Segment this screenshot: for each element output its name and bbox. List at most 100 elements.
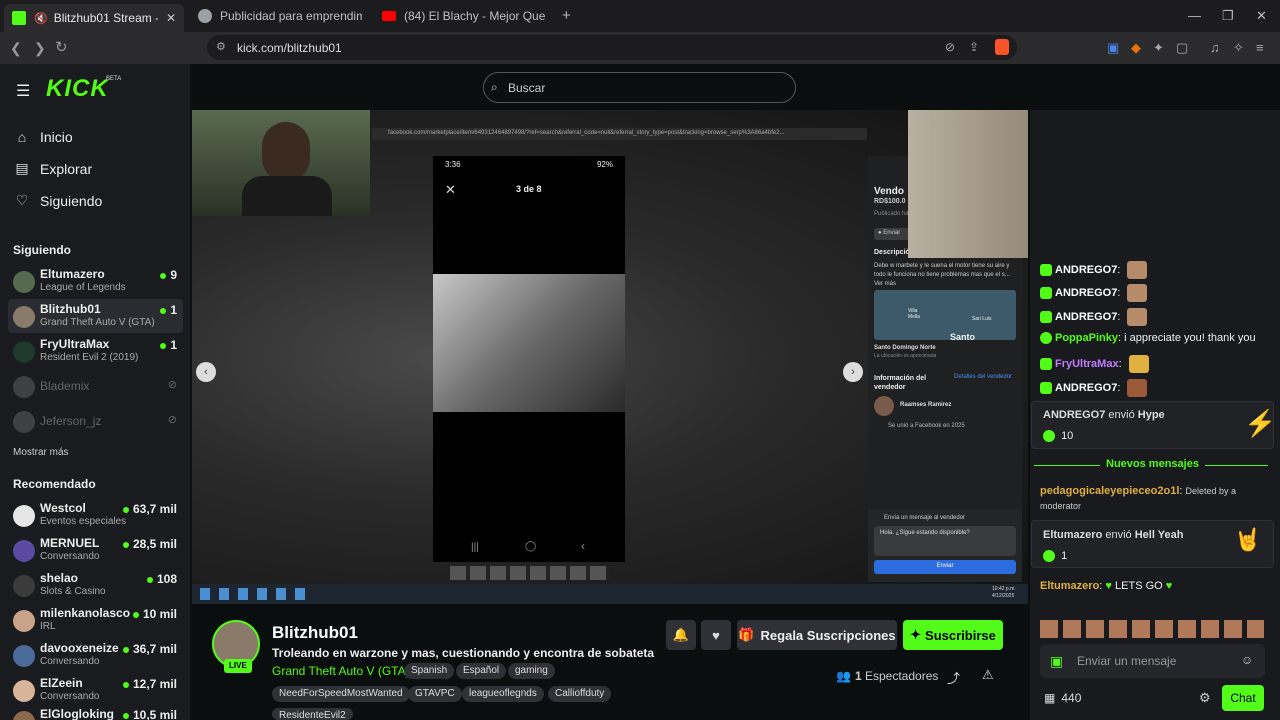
send-chip: ● Enviar <box>874 228 910 240</box>
channel-name: Westcol <box>40 501 86 515</box>
puzzle-icon[interactable]: ✦ <box>1153 40 1164 56</box>
share-icon[interactable]: ⇪ <box>969 40 979 54</box>
channel-name[interactable]: Blitzhub01 <box>272 623 358 643</box>
kicks-balance[interactable]: ▦ 440 <box>1044 691 1081 705</box>
following-channel[interactable]: Eltumazero League of Legends 9 <box>8 264 183 298</box>
live-dot-icon <box>160 307 167 314</box>
notification-bell-icon[interactable]: 🔔 <box>666 620 696 650</box>
live-dot-icon <box>160 272 167 279</box>
channel-category: Conversando <box>40 691 100 702</box>
chat-user[interactable]: ANDREGO7 <box>1055 287 1117 299</box>
cast-off-icon[interactable]: ⊘ <box>945 40 955 54</box>
viewer-count: 10 mil <box>132 607 177 621</box>
chat-user[interactable]: Eltumazero <box>1043 529 1102 541</box>
stream-category[interactable]: Grand Theft Auto V (GTA) <box>272 664 410 678</box>
viewer-number: 10,5 mil <box>132 708 177 720</box>
chat-user[interactable]: pedagogicaleyepieceo2o1l <box>1040 485 1179 497</box>
video-player[interactable]: facebook.com/marketplace/item/6493124648… <box>192 110 1028 604</box>
chat-input-placeholder: Enviar un mensaje <box>1077 654 1177 668</box>
streamer-body <box>242 176 332 216</box>
site-settings-icon[interactable]: ⚙ <box>216 40 226 53</box>
nav-siguiendo[interactable]: ♡ Siguiendo <box>14 192 103 209</box>
tag-pill[interactable]: Callioffduty <box>548 686 612 702</box>
nav-explorar[interactable]: ▤ Explorar <box>14 160 92 177</box>
tag-pill[interactable]: ResidenteEvil2 <box>272 708 353 720</box>
chat-user[interactable]: FryUltraMax <box>1055 358 1119 370</box>
following-channel[interactable]: Jeferson_jz ⊘ <box>8 404 183 438</box>
send-chat-button[interactable]: Chat <box>1222 685 1264 711</box>
report-icon[interactable]: ⚠ <box>982 667 994 683</box>
tag-pill[interactable]: GTAVPC <box>408 686 462 702</box>
gift-icon[interactable]: ▣ <box>1050 653 1063 670</box>
chat-user[interactable]: Eltumazero <box>1040 580 1099 592</box>
gift-subs-button[interactable]: 🎁 Regala Suscripciones <box>737 620 897 650</box>
message-text: Hola. ¿Sigue estando disponible? <box>874 526 1016 556</box>
following-channel[interactable]: FryUltraMax Resident Evil 2 (2019) 1 <box>8 334 183 368</box>
viewer-number: 63,7 mil <box>132 502 177 516</box>
tag-pill[interactable]: Spanish <box>404 663 455 679</box>
viewer-count: 12,7 mil <box>122 677 177 691</box>
emoji-icon[interactable]: ☺ <box>1241 653 1253 667</box>
chat-user[interactable]: ANDREGO7 <box>1055 264 1117 276</box>
tab-kick[interactable]: 🔇 Blitzhub01 Stream - Watch Li ✕ <box>4 4 184 32</box>
reload-icon[interactable]: ↻ <box>55 38 68 56</box>
viewer-stat: 👥 1 Espectadores <box>836 669 938 683</box>
minimize-icon[interactable]: — <box>1188 8 1201 23</box>
tab-youtube[interactable]: (84) El Blachy - Mejor Que Yo ( EN VI <box>374 4 554 28</box>
tag-pill[interactable]: leagueoflegnds <box>462 686 544 702</box>
tab-title: (84) El Blachy - Mejor Que Yo ( EN VI <box>404 9 546 23</box>
streamer-face <box>262 122 310 182</box>
chat-user[interactable]: PoppaPinky <box>1055 332 1118 344</box>
tab-publicidad[interactable]: Publicidad para emprendimiento be <box>190 4 370 28</box>
kick-favicon-icon <box>12 11 26 25</box>
follow-heart-icon[interactable]: ♥ <box>701 620 731 650</box>
kicks-coin-icon <box>1043 430 1055 443</box>
chat-message: FryUltraMax: <box>1040 355 1149 373</box>
hamburger-icon[interactable]: ☰ <box>16 81 30 101</box>
tag-pill[interactable]: Español <box>456 663 507 679</box>
share-icon[interactable]: ⤴ <box>947 668 960 687</box>
forward-icon[interactable]: ❯ <box>34 40 46 57</box>
tag-pill[interactable]: NeedForSpeedMostWanted <box>272 686 410 702</box>
show-more-link[interactable]: Mostrar más <box>13 447 69 458</box>
music-icon[interactable]: ♫ <box>1210 40 1220 55</box>
translate-icon[interactable]: ▣ <box>1107 40 1119 56</box>
recommended-channel[interactable]: davooxeneize Conversando 36,7 mil <box>8 638 183 672</box>
nav-inicio[interactable]: ⌂ Inicio <box>14 129 73 145</box>
chat-user[interactable]: ANDREGO7 <box>1043 409 1105 421</box>
url-field[interactable]: ⚙ kick.com/blitzhub01 ⊘ ⇪ <box>207 35 1017 60</box>
following-channel[interactable]: Blitzhub01 Grand Theft Auto V (GTA) 1 <box>8 299 183 333</box>
ai-icon[interactable]: ✧ <box>1233 40 1244 56</box>
chat-user[interactable]: ANDREGO7 <box>1055 382 1117 394</box>
recommended-channel[interactable]: Westcol Eventos especiales 63,7 mil <box>8 498 183 532</box>
close-tab-icon[interactable]: ✕ <box>166 11 176 25</box>
recommended-channel[interactable]: milenkanolasco IRL 10 mil <box>8 603 183 637</box>
recommended-channel[interactable]: ElGlogloking 10,5 mil <box>8 704 183 720</box>
following-channel[interactable]: Blademix ⊘ <box>8 369 183 403</box>
brave-shield-icon[interactable] <box>995 39 1009 55</box>
subscribe-button[interactable]: ✦ Suscribirse <box>903 620 1003 650</box>
chat-message: ANDREGO7: <box>1040 261 1148 279</box>
chat-settings-icon[interactable]: ⚙ <box>1199 690 1211 706</box>
extension-icon[interactable]: ◆ <box>1131 40 1141 56</box>
gift-item: Hell Yeah <box>1134 529 1184 541</box>
kick-logo[interactable]: KICK <box>46 75 109 103</box>
search-input[interactable]: ⌕ Buscar <box>483 72 796 103</box>
channel-category: Grand Theft Auto V (GTA) <box>40 317 155 328</box>
chat-user[interactable]: ANDREGO7 <box>1055 311 1117 323</box>
mute-icon[interactable]: 🔇 <box>34 12 48 25</box>
seller-info-title: Información del vendedor <box>874 375 927 391</box>
close-icon: ✕ <box>445 182 456 197</box>
menu-icon[interactable]: ≡ <box>1256 40 1264 55</box>
close-window-icon[interactable]: ✕ <box>1256 8 1267 24</box>
recommended-channel[interactable]: ElZeein Conversando 12,7 mil <box>8 673 183 707</box>
chat-input[interactable]: ▣ Enviar un mensaje ☺ <box>1040 644 1265 678</box>
tag-pill[interactable]: gaming <box>508 663 555 679</box>
recommended-channel[interactable]: MERNUEL Conversando 28,5 mil <box>8 533 183 567</box>
recommended-channel[interactable]: shelao Slots & Casino 108 <box>8 568 183 602</box>
maximize-icon[interactable]: ❐ <box>1222 8 1234 24</box>
emote-bar[interactable] <box>1040 620 1264 638</box>
new-tab-button[interactable]: + <box>562 7 571 24</box>
back-icon[interactable]: ❮ <box>10 40 22 57</box>
sidebar-toggle-icon[interactable]: ▢ <box>1176 40 1188 56</box>
